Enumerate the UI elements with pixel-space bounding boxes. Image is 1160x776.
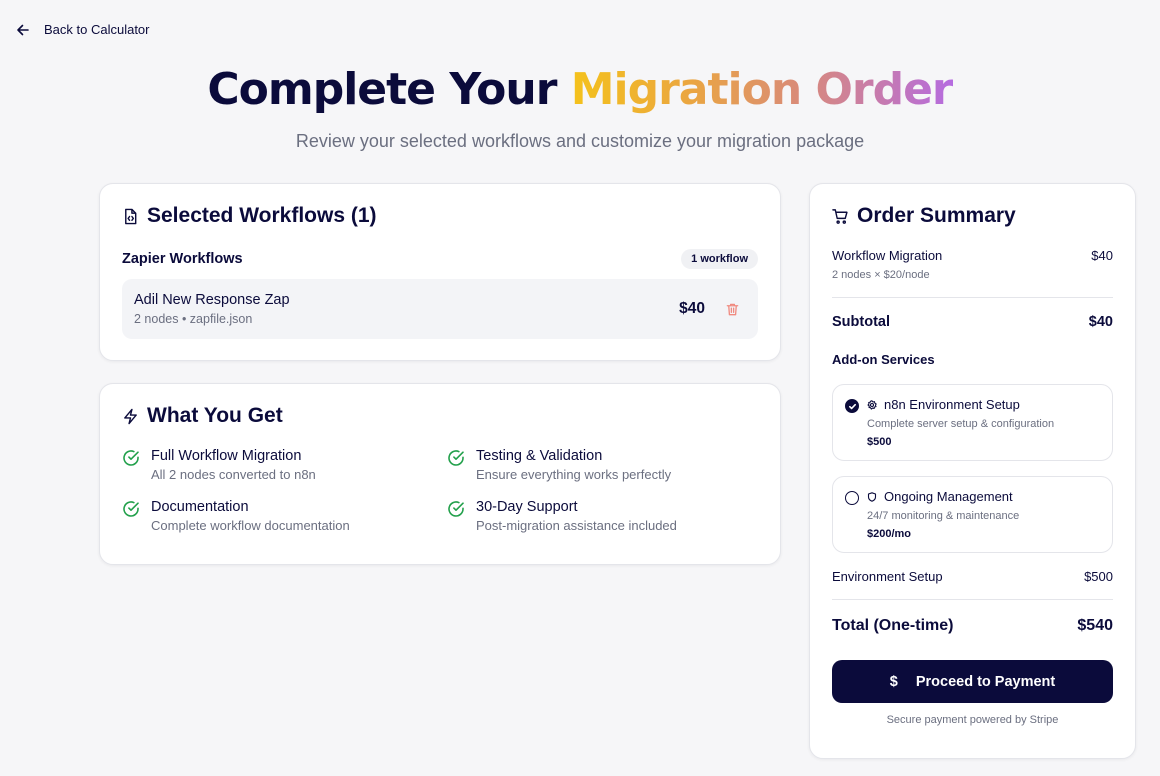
environment-setup-row: Environment Setup $500 [832,569,1113,584]
proceed-to-payment-button[interactable]: $ Proceed to Payment [832,660,1113,703]
secure-payment-note: Secure payment powered by Stripe [886,714,1059,726]
divider [832,297,1113,298]
pay-label: Proceed to Payment [915,673,1056,690]
selected-workflows-card: Selected Workflows (1) Zapier Workflows … [99,183,781,361]
check-circle-icon [448,501,464,517]
workflow-group-name: Zapier Workflows [122,251,243,267]
feature-item: Testing & Validation Ensure everything wo… [447,448,747,482]
migration-label: Workflow Migration [832,248,943,263]
migration-detail: 2 nodes × $20/node [832,269,930,281]
feature-desc: Ensure everything works perfectly [476,467,672,482]
file-code-icon [125,208,137,224]
env-value: $500 [1084,569,1113,584]
feature-title: Testing & Validation [476,448,603,464]
subtotal-row: Subtotal $40 [832,314,1113,330]
feature-item: Full Workflow Migration All 2 nodes conve… [122,448,447,482]
what-you-get-card: What You Get Full Workflow Migration All … [99,383,781,565]
check-circle-icon [123,501,139,517]
total-row: Total (One-time) $540 [832,617,1113,635]
order-summary-card: Order Summary Workflow Migration $40 2 n… [809,183,1136,759]
order-summary-title: Order Summary [857,204,1016,227]
feature-desc: All 2 nodes converted to n8n [151,467,316,482]
trash-icon[interactable] [725,302,740,317]
lightning-icon [124,408,137,424]
workflow-meta: 2 nodes • zapfile.json [134,312,253,326]
what-you-get-title: What You Get [147,404,283,427]
migration-line: Workflow Migration $40 2 nodes × $20/nod… [832,248,1113,281]
env-label: Environment Setup [832,569,943,584]
title-gradient: Migration Order [570,64,954,115]
addon-header: Ongoing Management [867,489,1019,504]
feature-title: 30-Day Support [476,499,578,515]
workflow-item: Adil New Response Zap 2 nodes • zapfile.… [122,279,758,339]
selected-workflows-title: Selected Workflows (1) [147,204,377,227]
order-summary-heading: Order Summary [832,204,1113,228]
arrow-left-icon [17,24,29,35]
page-title: Complete Your Migration Order [0,64,1160,115]
feature-title: Full Workflow Migration [151,448,302,464]
check-circle-icon [448,450,464,466]
feature-item: 30-Day Support Post-migration assistance … [447,499,747,533]
workflow-count-badge: 1 workflow [681,249,758,269]
shield-icon [867,491,877,502]
workflow-name: Adil New Response Zap [134,292,290,308]
workflow-group-header: Zapier Workflows 1 workflow [122,249,758,269]
addons-label: Add-on Services [832,352,935,367]
addon-price: $200/mo [867,528,912,540]
divider [832,599,1113,600]
addon-name: Ongoing Management [884,489,1013,504]
addon-environment-setup[interactable]: n8n Environment Setup Complete server se… [832,384,1113,461]
subtotal-label: Subtotal [832,314,890,330]
addon-desc: Complete server setup & configuration [867,418,1055,430]
feature-title: Documentation [151,499,249,515]
dollar-icon: $ [889,673,898,690]
selected-workflows-heading: Selected Workflows (1) [122,204,758,228]
back-to-calculator-link[interactable]: Back to Calculator [16,22,150,37]
gear-icon [867,399,877,410]
feature-item: Documentation Complete workflow documenta… [122,499,447,533]
total-value: $540 [1077,617,1113,634]
feature-desc: Post-migration assistance included [476,518,677,533]
check-icon [848,403,856,409]
what-you-get-heading: What You Get [122,404,758,428]
addon-desc: 24/7 monitoring & maintenance [867,510,1020,522]
addon-price: $500 [867,436,892,448]
subtotal-value: $40 [1088,314,1113,330]
back-label: Back to Calculator [44,22,150,37]
selected-radio[interactable] [845,399,859,413]
cart-icon [832,208,848,224]
addon-name: n8n Environment Setup [884,397,1020,412]
page-subtitle: Review your selected workflows and custo… [295,131,865,151]
migration-price: $40 [1091,248,1113,263]
workflow-price: $40 [679,300,705,317]
total-label: Total (One-time) [832,617,954,634]
feature-desc: Complete workflow documentation [151,518,350,533]
addon-header: n8n Environment Setup [867,397,1054,412]
feature-grid: Full Workflow Migration All 2 nodes conve… [122,448,758,533]
check-circle-icon [123,450,139,466]
addon-ongoing-management[interactable]: Ongoing Management 24/7 monitoring & mai… [832,476,1113,553]
title-plain: Complete Your [207,64,571,115]
unselected-radio[interactable] [845,491,859,505]
